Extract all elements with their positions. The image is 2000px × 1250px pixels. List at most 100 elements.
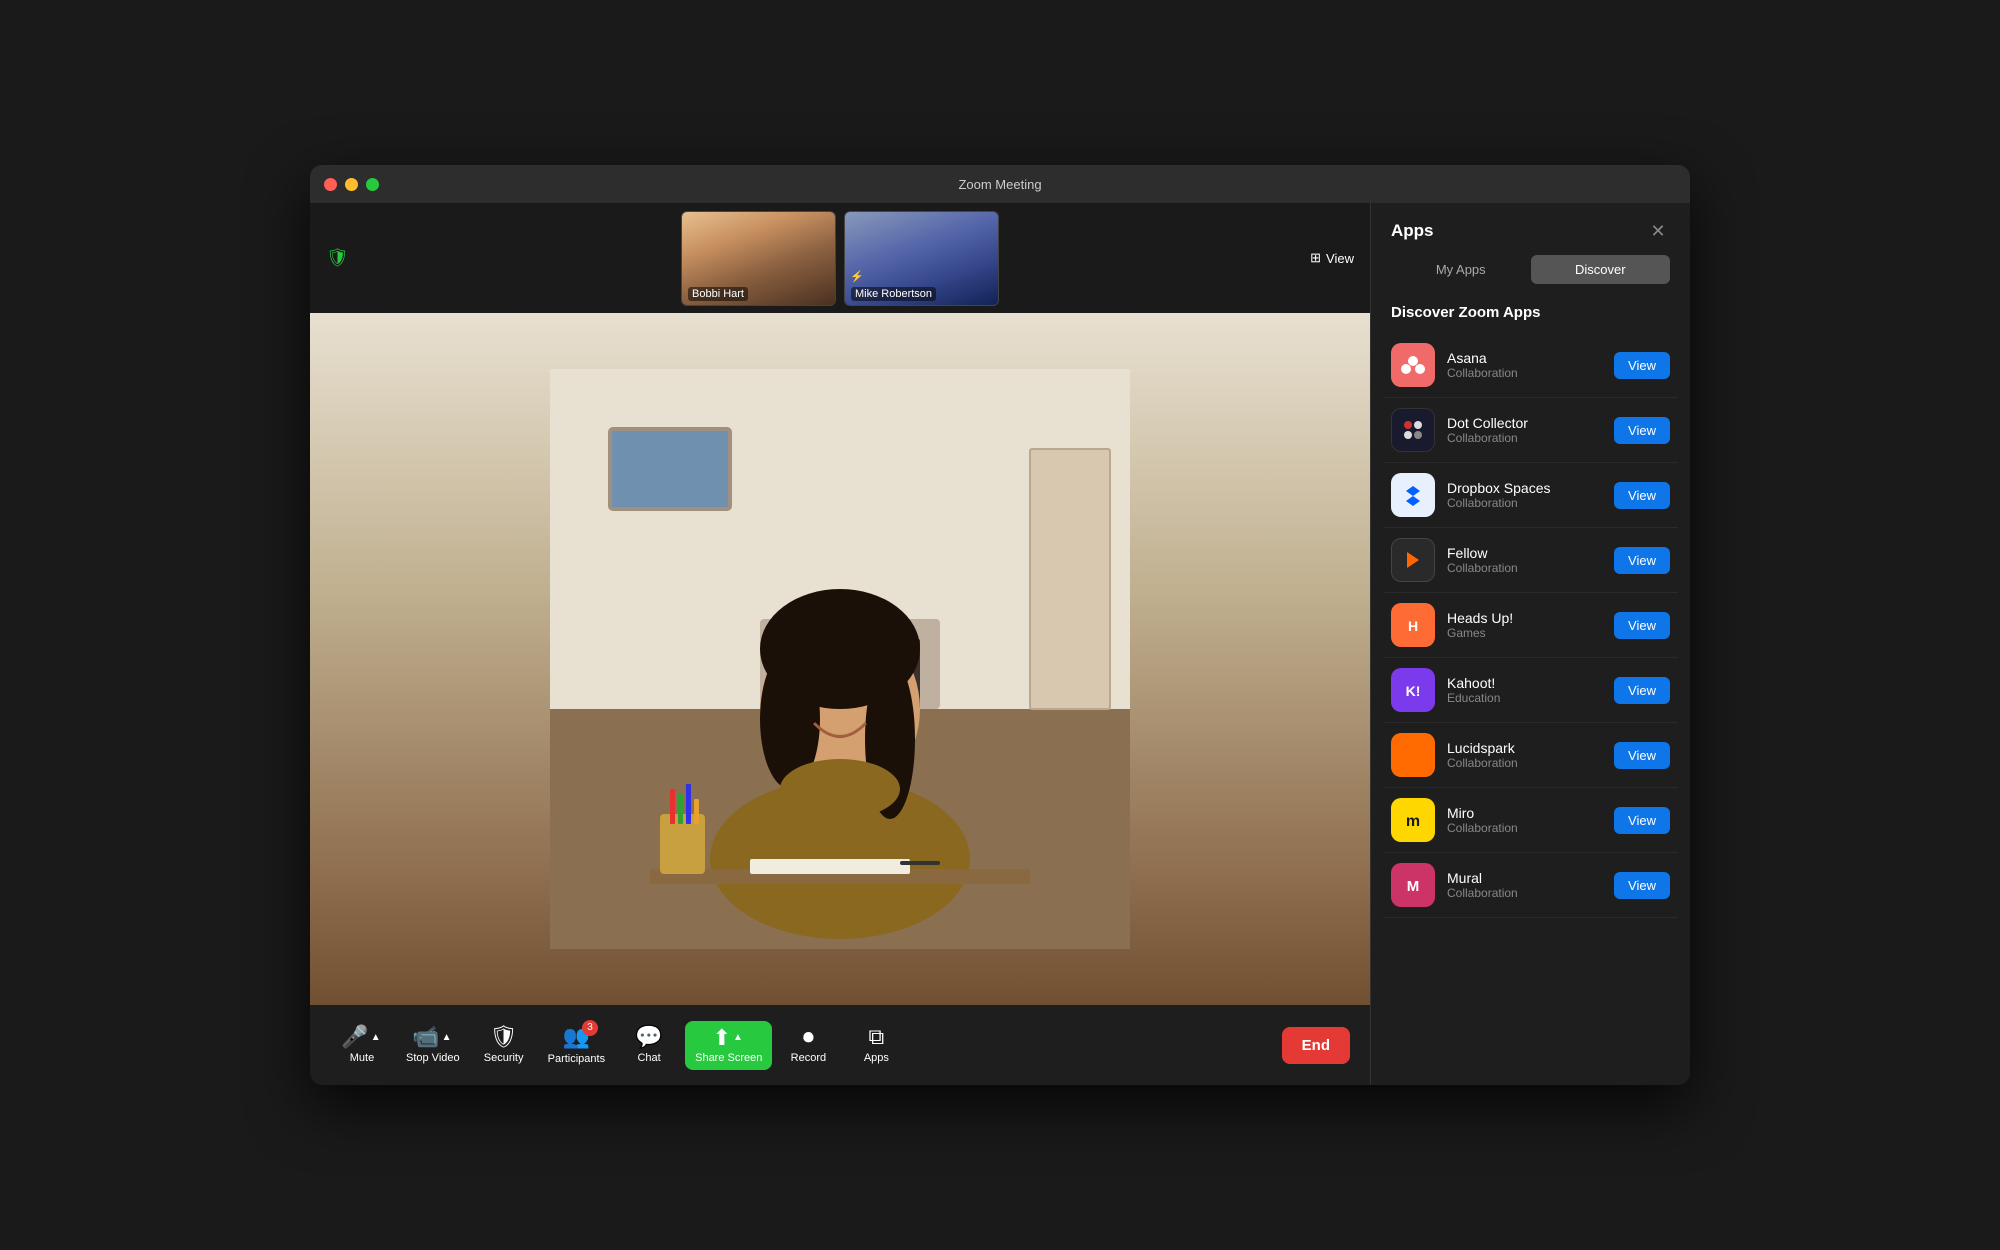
video-arrow[interactable]: ▲: [440, 1032, 454, 1043]
thumbnail-bobbi[interactable]: Bobbi Hart: [681, 211, 836, 306]
miro-category: Collaboration: [1447, 821, 1602, 835]
asana-view-button[interactable]: View: [1614, 352, 1670, 379]
mute-arrow[interactable]: ▲: [369, 1032, 383, 1043]
app-item-dropbox: Dropbox Spaces Collaboration View: [1383, 463, 1678, 528]
app-item-headsup: H Heads Up! Games View: [1383, 593, 1678, 658]
mural-category: Collaboration: [1447, 886, 1602, 900]
dropbox-view-button[interactable]: View: [1614, 482, 1670, 509]
headsup-view-button[interactable]: View: [1614, 612, 1670, 639]
svg-text:K!: K!: [1406, 683, 1421, 699]
record-icon: ⏺: [803, 1026, 814, 1048]
kahoot-category: Education: [1447, 691, 1602, 705]
security-label: Security: [484, 1052, 524, 1064]
fellow-info: Fellow Collaboration: [1447, 545, 1602, 575]
main-content: 🛡 Bobbi Hart ⚡ Mike Robertson ⊞ View: [310, 203, 1690, 1085]
tab-discover[interactable]: Discover: [1531, 255, 1671, 284]
security-shield-icon: 🛡: [326, 248, 349, 269]
speaker-silhouette-svg: [550, 369, 1130, 949]
dot-collector-view-button[interactable]: View: [1614, 417, 1670, 444]
titlebar: Zoom Meeting: [310, 165, 1690, 203]
fellow-category: Collaboration: [1447, 561, 1602, 575]
app-item-miro: m Miro Collaboration View: [1383, 788, 1678, 853]
lucidspark-view-button[interactable]: View: [1614, 742, 1670, 769]
mural-name: Mural: [1447, 870, 1602, 886]
participants-count-badge: 3: [582, 1020, 598, 1036]
share-arrow[interactable]: ▲: [731, 1032, 745, 1043]
headsup-category: Games: [1447, 626, 1602, 640]
view-icon: ⊞: [1310, 250, 1321, 266]
tab-my-apps[interactable]: My Apps: [1391, 255, 1531, 284]
app-item-kahoot: K! Kahoot! Education View: [1383, 658, 1678, 723]
participants-button[interactable]: 👥 3 Participants: [540, 1020, 613, 1071]
apps-button[interactable]: ⧉ Apps: [844, 1020, 908, 1070]
dot-collector-icon: [1391, 408, 1435, 452]
apps-panel: Apps ✕ My Apps Discover Discover Zoom Ap…: [1370, 203, 1690, 1085]
chat-button[interactable]: 💬 Chat: [617, 1020, 681, 1070]
chat-icon: 💬: [635, 1026, 662, 1048]
stop-video-button[interactable]: 📹 ▲ Stop Video: [398, 1020, 468, 1070]
toolbar-buttons: 🎤 ▲ Mute 📹 ▲ Stop Video: [330, 1020, 1282, 1071]
mic-badge-icon: ⚡: [850, 270, 864, 283]
mute-label: Mute: [350, 1052, 374, 1064]
dropbox-name: Dropbox Spaces: [1447, 480, 1602, 496]
maximize-button[interactable]: [366, 178, 379, 191]
panel-close-button[interactable]: ✕: [1646, 219, 1670, 243]
headsup-name: Heads Up!: [1447, 610, 1602, 626]
headsup-icon: H: [1391, 603, 1435, 647]
window-title: Zoom Meeting: [958, 177, 1041, 192]
end-button[interactable]: End: [1282, 1027, 1350, 1064]
asana-info: Asana Collaboration: [1447, 350, 1602, 380]
kahoot-info: Kahoot! Education: [1447, 675, 1602, 705]
security-icon: 🛡: [490, 1026, 518, 1048]
app-item-dot-collector: Dot Collector Collaboration View: [1383, 398, 1678, 463]
mural-view-button[interactable]: View: [1614, 872, 1670, 899]
video-icon: 📹: [412, 1026, 439, 1048]
view-label: View: [1326, 251, 1354, 266]
asana-icon: [1391, 343, 1435, 387]
app-item-lucidspark: Lucidspark Collaboration View: [1383, 723, 1678, 788]
lucidspark-icon: [1391, 733, 1435, 777]
main-video: [310, 313, 1370, 1005]
view-button[interactable]: ⊞ View: [1310, 250, 1354, 266]
fellow-name: Fellow: [1447, 545, 1602, 561]
zoom-window: Zoom Meeting 🛡 Bobbi Hart ⚡ Mike Roberts…: [310, 165, 1690, 1085]
share-screen-label: Share Screen: [695, 1052, 762, 1064]
dot-collector-info: Dot Collector Collaboration: [1447, 415, 1602, 445]
panel-tabs: My Apps Discover: [1371, 255, 1690, 296]
kahoot-view-button[interactable]: View: [1614, 677, 1670, 704]
app-item-mural: M Mural Collaboration View: [1383, 853, 1678, 918]
dropbox-category: Collaboration: [1447, 496, 1602, 510]
lucidspark-category: Collaboration: [1447, 756, 1602, 770]
record-button[interactable]: ⏺ Record: [776, 1020, 840, 1070]
dot-collector-category: Collaboration: [1447, 431, 1602, 445]
dropbox-icon: [1391, 473, 1435, 517]
fellow-icon: [1391, 538, 1435, 582]
share-screen-button[interactable]: ⬆ ▲ Share Screen: [685, 1021, 772, 1070]
miro-name: Miro: [1447, 805, 1602, 821]
panel-header: Apps ✕: [1371, 203, 1690, 255]
kahoot-icon: K!: [1391, 668, 1435, 712]
fellow-view-button[interactable]: View: [1614, 547, 1670, 574]
thumbnail-mike[interactable]: ⚡ Mike Robertson: [844, 211, 999, 306]
apps-label: Apps: [864, 1052, 889, 1064]
stop-video-label: Stop Video: [406, 1052, 460, 1064]
mute-button[interactable]: 🎤 ▲ Mute: [330, 1020, 394, 1070]
participant-name-mike: Mike Robertson: [851, 287, 936, 301]
mural-icon: M: [1391, 863, 1435, 907]
share-screen-icon: ⬆: [713, 1027, 731, 1049]
thumbnails-bar: 🛡 Bobbi Hart ⚡ Mike Robertson ⊞ View: [310, 203, 1370, 313]
lucidspark-name: Lucidspark: [1447, 740, 1602, 756]
miro-icon: m: [1391, 798, 1435, 842]
lucidspark-info: Lucidspark Collaboration: [1447, 740, 1602, 770]
close-button[interactable]: [324, 178, 337, 191]
panel-title: Apps: [1391, 221, 1434, 241]
svg-text:H: H: [1408, 618, 1418, 634]
apps-icon: ⧉: [869, 1026, 885, 1048]
security-button[interactable]: 🛡 Security: [472, 1020, 536, 1070]
svg-text:m: m: [1406, 813, 1420, 830]
minimize-button[interactable]: [345, 178, 358, 191]
participants-label: Participants: [548, 1053, 605, 1065]
chat-label: Chat: [637, 1052, 660, 1064]
miro-view-button[interactable]: View: [1614, 807, 1670, 834]
kahoot-name: Kahoot!: [1447, 675, 1602, 691]
